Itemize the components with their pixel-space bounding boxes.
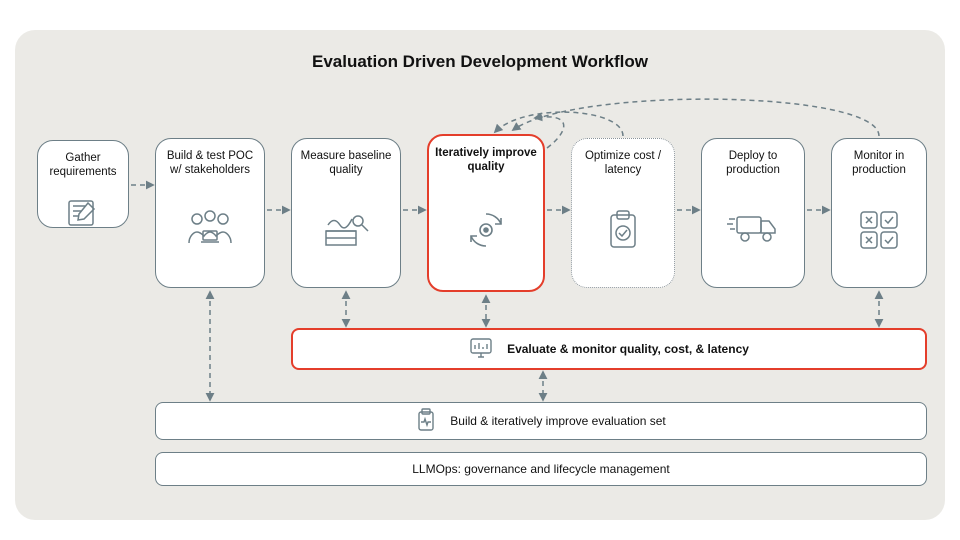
- bar-evalset: Build & iteratively improve evaluation s…: [155, 402, 927, 440]
- clipboard-check-icon: [605, 209, 641, 256]
- dashboard-grid-icon: [858, 209, 900, 256]
- step-gather-label: Gather requirements: [44, 151, 122, 193]
- step-monitor-label: Monitor in production: [838, 149, 920, 191]
- step-deploy: Deploy to production: [701, 138, 805, 288]
- bar-evaluate: Evaluate & monitor quality, cost, & late…: [291, 328, 927, 370]
- bar-llmops: LLMOps: governance and lifecycle managem…: [155, 452, 927, 486]
- step-build-poc: Build & test POC w/ stakeholders: [155, 138, 265, 288]
- bar-llmops-label: LLMOps: governance and lifecycle managem…: [412, 462, 669, 476]
- diagram-canvas: Evaluation Driven Development Workflow G…: [15, 30, 945, 520]
- bar-evalset-label: Build & iteratively improve evaluation s…: [450, 414, 665, 428]
- monitor-chart-icon: [469, 337, 493, 362]
- chart-inspect-icon: [322, 209, 370, 254]
- step-build-poc-label: Build & test POC w/ stakeholders: [162, 149, 258, 191]
- step-optimize: Optimize cost / latency: [571, 138, 675, 288]
- step-optimize-label: Optimize cost / latency: [578, 149, 668, 191]
- step-iterate: Iteratively improve quality: [427, 134, 545, 292]
- step-deploy-label: Deploy to production: [708, 149, 798, 191]
- step-iterate-label: Iteratively improve quality: [435, 146, 537, 188]
- step-monitor: Monitor in production: [831, 138, 927, 288]
- truck-fast-icon: [727, 209, 779, 250]
- diagram-title: Evaluation Driven Development Workflow: [15, 52, 945, 72]
- team-laptop-icon: [185, 209, 235, 254]
- step-measure-label: Measure baseline quality: [298, 149, 394, 191]
- bar-evaluate-label: Evaluate & monitor quality, cost, & late…: [507, 342, 749, 356]
- step-gather: Gather requirements: [37, 140, 129, 228]
- pencil-note-icon: [66, 199, 100, 234]
- step-measure: Measure baseline quality: [291, 138, 401, 288]
- cycle-target-icon: [464, 208, 508, 257]
- clipboard-pulse-icon: [416, 408, 436, 435]
